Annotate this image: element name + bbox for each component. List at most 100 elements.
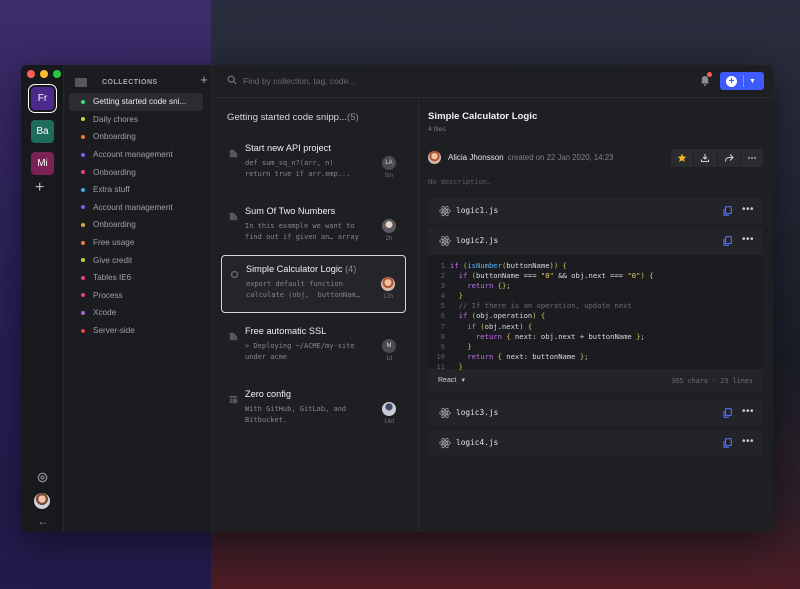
file-more-button[interactable]: ••• — [742, 235, 754, 245]
workspace-ba[interactable]: Ba — [31, 120, 54, 143]
file-card[interactable]: logic1.js ••• — [428, 198, 763, 223]
code-editor[interactable]: 1 if (isNumber(buttonName)) {2 if (button… — [428, 255, 763, 371]
snippet-card-title-text: Free automatic SSL — [245, 326, 327, 336]
line-number: 10 — [436, 351, 445, 361]
snippet-card-title: Zero config — [245, 389, 291, 399]
workspace-mi[interactable]: Mi — [31, 152, 54, 175]
snippet-title: Simple Calculator Logic — [428, 111, 538, 122]
collection-label: Account management — [93, 202, 173, 212]
collections-list: Getting started code sni... Daily chores O… — [69, 93, 203, 339]
copy-icon[interactable] — [723, 206, 732, 216]
copy-icon[interactable] — [723, 408, 732, 418]
collection-item[interactable]: Extra stuff — [69, 181, 203, 199]
line-number: 3 — [440, 281, 445, 291]
snippet-card-avatar — [381, 277, 395, 291]
created-date: created on 22 Jan 2020, 14:23 — [507, 152, 614, 162]
code-text: if (obj.next) { — [467, 321, 533, 331]
file-more-button[interactable]: ••• — [742, 437, 754, 447]
minimize-window-button[interactable] — [40, 70, 48, 78]
file-header: logic3.js ••• — [428, 400, 763, 425]
top-bar: + ▼ — [213, 65, 773, 98]
share-button[interactable] — [718, 149, 741, 167]
button-divider — [743, 75, 744, 87]
user-avatar[interactable] — [34, 493, 50, 509]
collection-item[interactable]: Server-side — [69, 322, 203, 340]
file-card-expanded: logic2.js ••• 1 if (isNumber(buttonName))… — [428, 228, 763, 392]
new-snippet-button[interactable]: + ▼ — [720, 72, 764, 90]
language-select[interactable]: React — [438, 377, 456, 384]
code-stats: 365 chars · 23 lines — [671, 376, 753, 385]
snippet-card[interactable]: Start new API project def sum_sq_n?(arr, … — [221, 135, 406, 193]
collection-item[interactable]: Give credit — [69, 251, 203, 269]
snippet-card-title: Free automatic SSL — [245, 326, 326, 336]
collection-item[interactable]: Getting started code sni... — [69, 93, 203, 111]
snippet-card[interactable]: Simple Calculator Logic (4) export defaul… — [221, 255, 406, 313]
react-icon — [439, 407, 451, 419]
snippet-card-title-text: Simple Calculator Logic — [246, 264, 343, 274]
code-line: 9 } — [428, 342, 763, 352]
snippet-card-preview: With GitHub, GitLab, and Bitbucket. — [245, 405, 347, 425]
favorite-button[interactable] — [671, 149, 695, 167]
workspace-fr[interactable]: Fr — [31, 87, 54, 110]
maximize-window-button[interactable] — [53, 70, 61, 78]
collection-item[interactable]: Account management — [69, 199, 203, 217]
collection-item[interactable]: Onboarding — [69, 128, 203, 146]
collection-item[interactable]: Tables IE6 — [69, 269, 203, 287]
add-collection-button[interactable]: + — [197, 72, 211, 87]
code-line: 3 return {}; — [428, 281, 763, 291]
code-block-icon — [229, 328, 238, 341]
code-line: 5 // If there is an operation, update ne… — [428, 301, 763, 311]
collection-item[interactable]: Onboarding — [69, 216, 203, 234]
snippet-card[interactable]: Sum Of Two Numbers In this example we wan… — [221, 198, 406, 256]
line-number: 4 — [440, 291, 445, 301]
collection-item[interactable]: Free usage — [69, 234, 203, 252]
copy-icon[interactable] — [723, 236, 732, 246]
collection-label: Account management — [93, 150, 173, 160]
snippet-card[interactable]: Free automatic SSL > Deploying ~/ACME/my-… — [221, 318, 406, 376]
snippet-actions — [671, 149, 763, 167]
collection-item[interactable]: Daily chores — [69, 111, 203, 129]
collection-item[interactable]: Xcode — [69, 304, 203, 322]
close-window-button[interactable] — [27, 70, 35, 78]
snippet-card-avatar: M — [382, 339, 396, 353]
collection-label: Give credit — [93, 255, 133, 265]
code-text: if (isNumber(buttonName)) { — [450, 261, 567, 270]
collection-item[interactable]: Account management — [69, 146, 203, 164]
collapse-arrow-icon[interactable]: ← — [37, 514, 49, 528]
file-card[interactable]: logic4.js ••• — [428, 430, 763, 455]
download-button[interactable] — [694, 149, 718, 167]
collection-color-dot — [81, 152, 85, 157]
file-more-button[interactable]: ••• — [742, 407, 754, 417]
snippet-card-title: Start new API project — [245, 143, 331, 153]
file-card[interactable]: logic3.js ••• — [428, 400, 763, 425]
more-options-button[interactable] — [741, 149, 763, 167]
snippet-list-title: Getting started code snipp...(5) — [227, 112, 359, 123]
line-number: 8 — [440, 331, 445, 341]
collection-label: Onboarding — [93, 132, 136, 142]
search-input[interactable] — [243, 73, 543, 89]
file-header[interactable]: logic2.js ••• — [428, 228, 763, 253]
file-header: logic1.js ••• — [428, 198, 763, 223]
line-count: 23 lines — [720, 376, 753, 385]
collection-label: Daily chores — [93, 114, 139, 124]
collection-color-dot — [81, 205, 85, 210]
snippet-card[interactable]: Zero config With GitHub, GitLab, and Bitb… — [221, 381, 406, 439]
chevron-down-icon[interactable]: ▼ — [460, 378, 466, 384]
code-line: 4 } — [428, 291, 763, 301]
settings-gear-icon[interactable] — [36, 471, 49, 484]
file-name: logic4.js — [456, 438, 499, 447]
collection-item[interactable]: Onboarding — [69, 163, 203, 181]
file-more-button[interactable]: ••• — [742, 205, 754, 215]
snippet-card-avatar — [382, 402, 396, 416]
author-avatar — [428, 150, 441, 164]
chevron-down-icon[interactable]: ▼ — [749, 78, 756, 85]
add-workspace-button[interactable]: + — [35, 180, 44, 196]
code-line: 6 if (obj.operation) { — [428, 311, 763, 321]
author-name[interactable]: Alicia Jhonsson — [448, 153, 504, 162]
copy-icon[interactable] — [723, 438, 732, 448]
collection-item[interactable]: Process — [69, 287, 203, 305]
collection-color-dot — [81, 187, 85, 192]
snippet-card-preview: > Deploying ~/ACME/my-site under acme — [245, 342, 355, 362]
code-block-icon — [229, 208, 238, 221]
collection-color-dot — [81, 328, 85, 333]
